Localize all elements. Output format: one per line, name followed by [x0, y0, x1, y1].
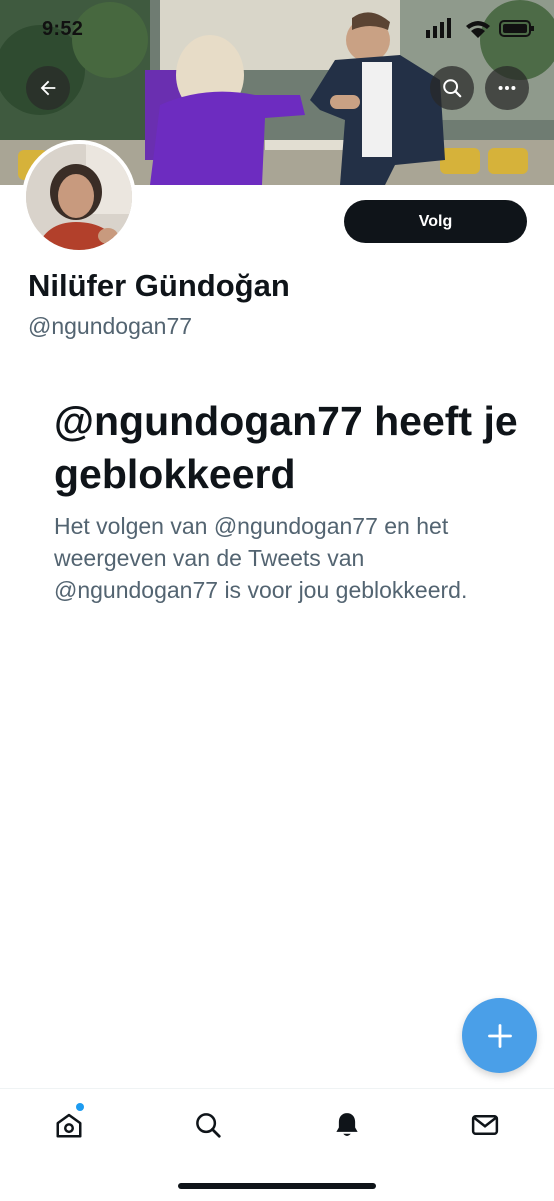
back-button[interactable] — [26, 66, 70, 110]
search-icon — [196, 1113, 221, 1138]
search-icon — [443, 79, 462, 98]
tab-messages[interactable] — [465, 1105, 505, 1145]
tab-home[interactable] — [49, 1105, 89, 1145]
user-handle: @ngundogan77 — [28, 313, 193, 339]
compose-tweet-button[interactable] — [462, 998, 537, 1073]
more-button[interactable] — [485, 66, 529, 110]
search-button[interactable] — [430, 66, 474, 110]
follow-button[interactable]: Volg — [344, 200, 527, 243]
home-indicator — [178, 1183, 376, 1189]
avatar-photo — [26, 144, 132, 250]
bell-icon — [336, 1113, 358, 1136]
display-name: Nilüfer Gündoğan — [28, 268, 290, 303]
blocked-title: @ngundogan77 heeft je geblokkeerd — [54, 398, 518, 497]
status-indicators-icon — [426, 18, 534, 38]
blocked-description: Het volgen van @ngundogan77 en het weerg… — [54, 513, 468, 603]
tab-search[interactable] — [188, 1105, 228, 1145]
home-icon — [56, 1113, 82, 1138]
arrow-left-icon — [40, 80, 56, 96]
plus-icon — [487, 1023, 512, 1048]
status-time: 9:52 — [42, 18, 84, 40]
more-icon — [498, 85, 516, 91]
avatar[interactable] — [22, 140, 136, 254]
mail-icon — [471, 1115, 499, 1135]
tab-notifications[interactable] — [327, 1105, 367, 1145]
home-notification-dot — [76, 1103, 84, 1111]
